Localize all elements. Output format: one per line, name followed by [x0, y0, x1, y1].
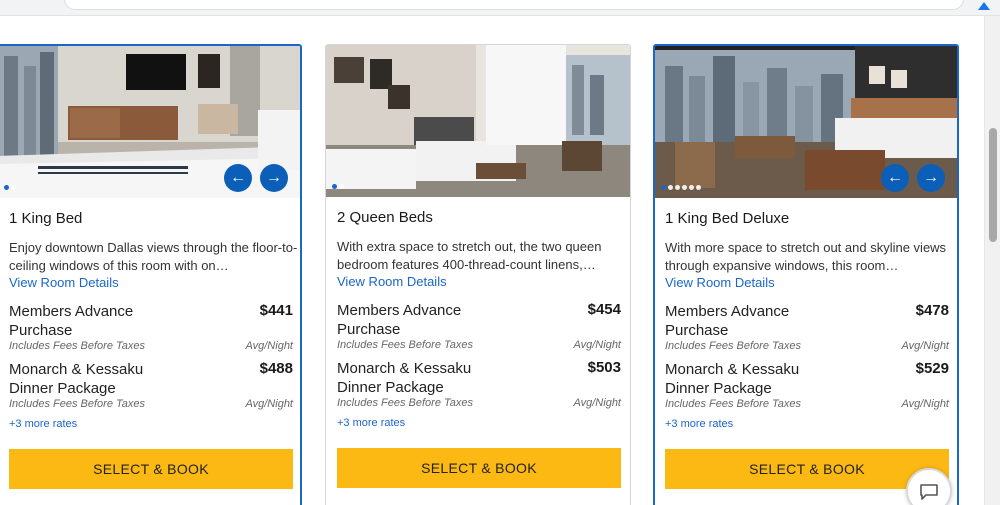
- room-description: With extra space to stretch out, the two…: [337, 239, 602, 272]
- carousel-dot[interactable]: [689, 185, 694, 190]
- rate-option[interactable]: Monarch & Kessaku Dinner Package $503 In…: [337, 359, 621, 409]
- select-and-book-button[interactable]: SELECT & BOOK: [9, 449, 293, 489]
- more-rates-link[interactable]: +3 more rates: [337, 417, 405, 429]
- rate-price: $488: [259, 360, 293, 377]
- rate-price: $529: [915, 360, 949, 377]
- room-description: Enjoy downtown Dallas views through the …: [9, 240, 298, 273]
- scrollbar-thumb[interactable]: [989, 128, 997, 242]
- carousel-dot[interactable]: [682, 185, 687, 190]
- room-card-1-king-bed[interactable]: ← → 1 King Bed Enjoy downtown Dallas vie…: [0, 44, 302, 505]
- carousel-dot[interactable]: [339, 184, 344, 189]
- more-rates-link[interactable]: +3 more rates: [9, 418, 77, 430]
- view-room-details-link[interactable]: View Room Details: [337, 274, 447, 289]
- rate-option[interactable]: Monarch & Kessaku Dinner Package $488 In…: [9, 360, 293, 410]
- rate-unit: Avg/Night: [245, 398, 294, 410]
- carousel-dots: [332, 184, 344, 189]
- rate-price: $441: [259, 302, 293, 319]
- rate-unit: Avg/Night: [245, 340, 294, 352]
- view-room-details-link[interactable]: View Room Details: [9, 275, 119, 290]
- rate-name: Members Advance Purchase: [337, 302, 462, 338]
- room-photo: [326, 45, 630, 197]
- carousel-next-button[interactable]: →: [260, 164, 288, 192]
- rate-option[interactable]: Monarch & Kessaku Dinner Package $529 In…: [665, 360, 949, 410]
- carousel-prev-button[interactable]: ←: [224, 164, 252, 192]
- carousel-dot[interactable]: [668, 185, 673, 190]
- carousel-dots: [661, 185, 701, 190]
- room-title: 1 King Bed Deluxe: [665, 210, 790, 227]
- carousel-dot[interactable]: [4, 185, 9, 190]
- carousel-dots: [4, 185, 16, 190]
- rate-price: $478: [915, 302, 949, 319]
- carousel-dot[interactable]: [696, 185, 701, 190]
- rate-option[interactable]: Members Advance Purchase $478 Includes F…: [665, 302, 949, 352]
- rate-option[interactable]: Members Advance Purchase $454 Includes F…: [337, 301, 621, 351]
- room-description: With more space to stretch out and skyli…: [665, 240, 947, 273]
- rate-unit: Avg/Night: [901, 340, 950, 352]
- more-rates-link[interactable]: +3 more rates: [665, 418, 733, 430]
- rate-name: Monarch & Kessaku Dinner Package: [665, 361, 800, 397]
- room-photo: ← →: [655, 46, 957, 198]
- room-photo: ← →: [0, 46, 300, 198]
- chat-bubble-icon: [920, 484, 938, 500]
- carousel-next-button[interactable]: →: [917, 164, 945, 192]
- carousel-dot[interactable]: [332, 184, 337, 189]
- rate-name: Members Advance Purchase: [9, 303, 134, 339]
- room-photo-image: [0, 46, 300, 198]
- rate-unit: Avg/Night: [901, 398, 950, 410]
- carousel-prev-button[interactable]: ←: [881, 164, 909, 192]
- room-photo-image: [326, 45, 630, 197]
- rate-price: $454: [587, 301, 621, 318]
- carousel-dot[interactable]: [11, 185, 16, 190]
- room-card-3-king-bed-deluxe[interactable]: ← → 1 King Bed Deluxe With more space to…: [653, 44, 959, 505]
- room-card-2-queen-beds[interactable]: 2 Queen Beds With extra space to stretch…: [325, 44, 631, 505]
- page-scrollbar[interactable]: [984, 16, 1000, 505]
- rate-name: Monarch & Kessaku Dinner Package: [337, 360, 472, 396]
- rate-unit: Avg/Night: [573, 397, 622, 409]
- rate-option[interactable]: Members Advance Purchase $441 Includes F…: [9, 302, 293, 352]
- rate-price: $503: [587, 359, 621, 376]
- rate-unit: Avg/Night: [573, 339, 622, 351]
- chrome-menu-icon[interactable]: [978, 2, 990, 10]
- room-photo-image: [655, 46, 957, 198]
- view-room-details-link[interactable]: View Room Details: [665, 275, 775, 290]
- browser-toolbar: [0, 0, 1000, 16]
- carousel-dot[interactable]: [661, 185, 666, 190]
- rate-name: Monarch & Kessaku Dinner Package: [9, 361, 144, 397]
- select-and-book-button[interactable]: SELECT & BOOK: [337, 448, 621, 488]
- rate-name: Members Advance Purchase: [665, 303, 790, 339]
- room-title: 2 Queen Beds: [337, 209, 433, 226]
- address-bar[interactable]: [64, 0, 964, 10]
- carousel-dot[interactable]: [675, 185, 680, 190]
- room-title: 1 King Bed: [9, 210, 83, 227]
